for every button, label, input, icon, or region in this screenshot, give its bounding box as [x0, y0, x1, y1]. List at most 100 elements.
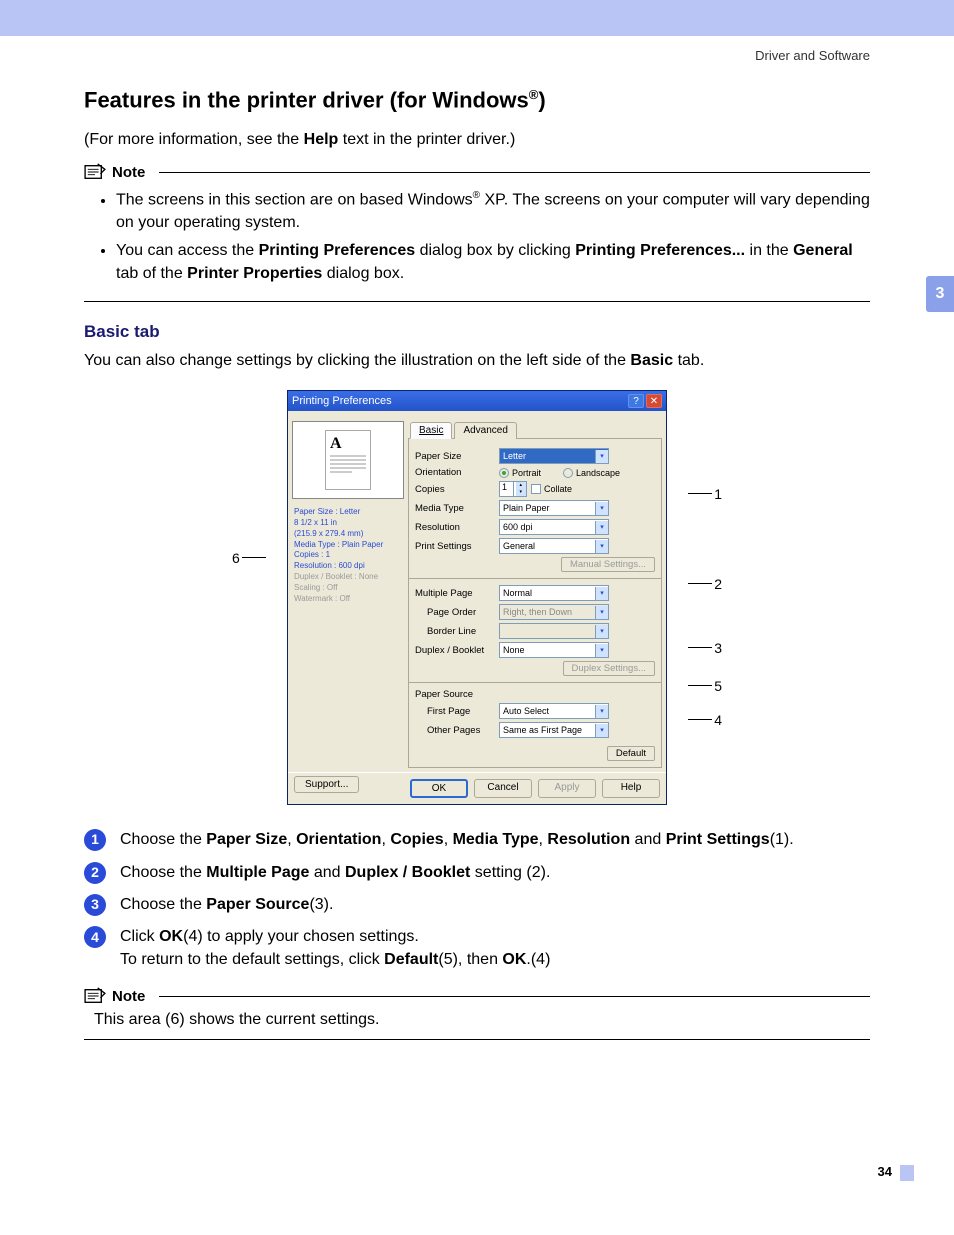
callout-2: 2 [714, 576, 722, 592]
val-firstpage: Auto Select [503, 706, 549, 716]
s1a: Choose the [120, 831, 206, 848]
select-firstpage[interactable]: Auto Select ▾ [499, 703, 609, 719]
note1-item1: The screens in this section are on based… [116, 189, 870, 234]
step-2: 2 Choose the Multiple Page and Duplex / … [84, 862, 870, 884]
callout-5: 5 [714, 678, 722, 694]
st-dim-in: 8 1/2 x 11 in [294, 518, 402, 529]
title-post: ) [538, 87, 545, 112]
lbl-duplex: Duplex / Booklet [415, 645, 495, 656]
input-copies[interactable]: 1▴▾ [499, 481, 527, 497]
dialog-titlebar[interactable]: Printing Preferences ? ✕ [288, 391, 666, 411]
tab-basic[interactable]: Basic [410, 422, 452, 439]
duplex-settings-button[interactable]: Duplex Settings... [563, 661, 655, 676]
chevron-down-icon: ▾ [595, 705, 608, 718]
s4e: Default [384, 951, 438, 968]
st-watermark: Watermark : Off [294, 594, 402, 605]
lbl-orientation: Orientation [415, 467, 495, 478]
chapter-tab: 3 [926, 276, 954, 312]
titlebar-help-button[interactable]: ? [628, 394, 644, 408]
lbl-copies: Copies [415, 484, 495, 495]
s1h: Media Type [453, 831, 539, 848]
val-pageorder: Right, then Down [503, 607, 572, 617]
lbl-printsettings: Print Settings [415, 541, 495, 552]
s3b: Paper Source [206, 896, 309, 913]
lbl-mediatype: Media Type [415, 503, 495, 514]
step-bullet-2: 2 [84, 862, 106, 884]
callout-3: 3 [714, 640, 722, 656]
select-resolution[interactable]: 600 dpi▾ [499, 519, 609, 535]
chevron-down-icon: ▾ [595, 606, 608, 619]
n1i2i: dialog box. [322, 265, 404, 282]
default-button[interactable]: Default [607, 746, 655, 761]
si-a: You can also change settings by clicking… [84, 352, 630, 369]
s3a: Choose the [120, 896, 206, 913]
page-preview[interactable]: A [292, 421, 404, 499]
step-bullet-1: 1 [84, 829, 106, 851]
select-papersize[interactable]: Letter▾ [499, 448, 609, 464]
ok-button[interactable]: OK [410, 779, 468, 798]
cancel-button[interactable]: Cancel [474, 779, 532, 798]
select-duplex[interactable]: None▾ [499, 642, 609, 658]
n1i2a: You can access the [116, 242, 259, 259]
tab-advanced[interactable]: Advanced [454, 422, 516, 439]
s4c: (4) to apply your chosen settings. [183, 928, 419, 945]
s1d: Orientation [296, 831, 381, 848]
dialog-figure: 1 2 3 5 4 6 Printing Preferences ? ✕ A [262, 390, 692, 805]
note1-item2: You can access the Printing Preferences … [116, 240, 870, 285]
s1l: Print Settings [666, 831, 770, 848]
printing-preferences-dialog: Printing Preferences ? ✕ A Paper Size : … [287, 390, 667, 805]
si-b: Basic [630, 352, 673, 369]
chevron-down-icon: ▾ [595, 540, 608, 553]
select-mediatype[interactable]: Plain Paper▾ [499, 500, 609, 516]
n1i2g: tab of the [116, 265, 187, 282]
intro-c: text in the printer driver.) [338, 131, 515, 148]
s1e: , [381, 831, 390, 848]
radio-portrait[interactable]: Portrait [499, 468, 541, 478]
page-title: Features in the printer driver (for Wind… [84, 87, 870, 113]
s2d: Duplex / Booklet [345, 864, 470, 881]
st-papersize: Paper Size : Letter [294, 507, 402, 518]
note-icon [84, 163, 106, 181]
checkbox-collate[interactable]: Collate [531, 484, 572, 494]
step-4: 4 Click OK(4) to apply your chosen setti… [84, 926, 870, 971]
tab-basic-label: Basic [419, 425, 443, 436]
chevron-down-icon: ▾ [595, 502, 608, 515]
s2e: setting (2). [470, 864, 550, 881]
select-pageorder: Right, then Down ▾ [499, 604, 609, 620]
note2-body: This area (6) shows the current settings… [84, 1005, 870, 1040]
val-printsettings: General [503, 541, 535, 551]
page-number: 34 [878, 1164, 892, 1179]
running-header: Driver and Software [0, 36, 954, 63]
s4a: Click [120, 928, 159, 945]
select-borderline: ▾ [499, 623, 609, 639]
apply-button[interactable]: Apply [538, 779, 596, 798]
select-multipage[interactable]: Normal▾ [499, 585, 609, 601]
st-media: Media Type : Plain Paper [294, 540, 402, 551]
st-dim-mm: (215.9 x 279.4 mm) [294, 529, 402, 540]
intro-text: (For more information, see the Help text… [84, 131, 870, 149]
titlebar-close-button[interactable]: ✕ [646, 394, 662, 408]
n1i1a: The screens in this section are on based… [116, 192, 473, 209]
val-portrait: Portrait [512, 468, 541, 478]
s1m: (1). [770, 831, 794, 848]
chevron-down-icon: ▾ [595, 644, 608, 657]
help-button[interactable]: Help [602, 779, 660, 798]
s1c: , [287, 831, 296, 848]
s1k: and [630, 831, 666, 848]
radio-landscape[interactable]: Landscape [563, 468, 620, 478]
top-accent-bar [0, 0, 954, 36]
n1i2e: in the [745, 242, 793, 259]
s2c: and [309, 864, 345, 881]
callout-6: 6 [232, 550, 240, 566]
dialog-title-text: Printing Preferences [292, 395, 392, 407]
title-pre: Features in the printer driver (for Wind… [84, 87, 529, 112]
val-resolution: 600 dpi [503, 522, 533, 532]
st-scaling: Scaling : Off [294, 583, 402, 594]
note-label: Note [112, 164, 145, 181]
select-otherpages[interactable]: Same as First Page▾ [499, 722, 609, 738]
select-printsettings[interactable]: General ▾ [499, 538, 609, 554]
support-button[interactable]: Support... [294, 776, 359, 793]
manual-settings-button[interactable]: Manual Settings... [561, 557, 655, 572]
title-sup: ® [529, 87, 539, 102]
n1i2c: dialog box by clicking [415, 242, 575, 259]
